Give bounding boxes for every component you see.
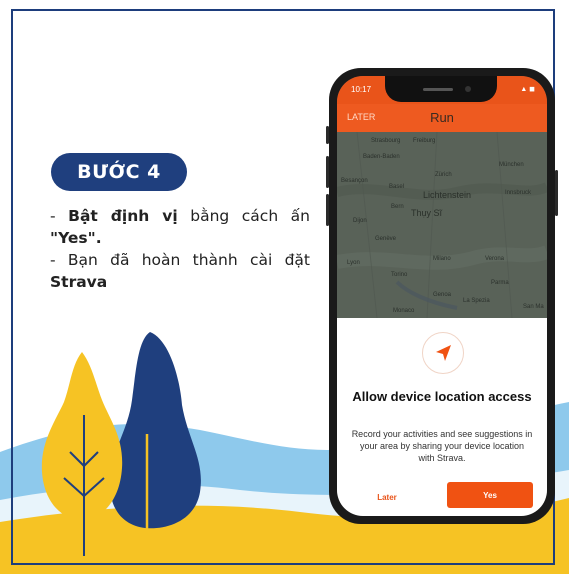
slide: BƯỚC 4 - Bật định vị bằng cách ấn "Yes".… bbox=[0, 0, 569, 574]
map-label: Genève bbox=[375, 236, 397, 242]
instruction-line-2: - Bạn đã hoàn thành cài đặt Strava bbox=[50, 249, 310, 293]
location-permission-sheet: Allow device location access Record your… bbox=[337, 318, 547, 516]
map-label: Monaco bbox=[393, 308, 415, 314]
phone-volume-down bbox=[326, 194, 329, 226]
permission-body: Record your activities and see suggestio… bbox=[351, 429, 533, 463]
instruction-yes-quote: "Yes". bbox=[50, 229, 102, 247]
step-badge: BƯỚC 4 bbox=[51, 153, 187, 191]
yes-button[interactable]: Yes bbox=[447, 482, 533, 508]
instruction-text: bằng cách ấn bbox=[177, 207, 311, 225]
map-label: Bern bbox=[391, 204, 404, 210]
map-label: Milano bbox=[433, 256, 451, 262]
instruction-bold-location: Bật định vị bbox=[68, 207, 178, 225]
location-icon-circle bbox=[422, 332, 464, 374]
phone-power-button bbox=[555, 170, 558, 216]
app-title: Run bbox=[430, 110, 454, 125]
map-label: Lyon bbox=[347, 260, 360, 266]
map-label: Verona bbox=[485, 256, 505, 262]
map-label: La Spezia bbox=[463, 298, 490, 304]
app-bar: LATER Run bbox=[337, 104, 547, 132]
phone-screen: 10:17 ▲ ◼ LATER Run Strasbourg Freiburg … bbox=[337, 76, 547, 516]
map-label: Lichtenstein bbox=[423, 190, 472, 200]
instructions: - Bật định vị bằng cách ấn "Yes". - Bạn … bbox=[50, 205, 310, 293]
map-label: Strasbourg bbox=[371, 138, 401, 144]
instruction-dash: - bbox=[50, 207, 69, 225]
map-label: Dijon bbox=[353, 218, 367, 224]
instruction-strava: Strava bbox=[50, 273, 108, 291]
navigation-arrow-icon bbox=[436, 345, 451, 361]
phone-notch bbox=[385, 76, 497, 102]
map-label: Thụy Sĩ bbox=[411, 208, 443, 218]
map-label: Parma bbox=[491, 280, 509, 286]
map-label: Innsbruck bbox=[505, 190, 532, 196]
status-icons: ▲ ◼ bbox=[520, 86, 535, 93]
status-time: 10:17 bbox=[351, 85, 372, 94]
map-view[interactable]: Strasbourg Freiburg Baden-Baden München … bbox=[337, 132, 547, 318]
speaker bbox=[423, 88, 453, 91]
phone-mockup: 10:17 ▲ ◼ LATER Run Strasbourg Freiburg … bbox=[326, 68, 558, 524]
instruction-text-2: - Bạn đã hoàn thành cài đặt bbox=[50, 251, 310, 269]
camera bbox=[465, 86, 471, 92]
map-label: Baden-Baden bbox=[363, 154, 400, 160]
permission-title: Allow device location access bbox=[352, 389, 532, 404]
phone-side-button bbox=[326, 126, 329, 144]
map-label: Torino bbox=[391, 272, 408, 278]
later-button[interactable]: Later bbox=[357, 486, 417, 508]
map-label: Zürich bbox=[435, 172, 452, 178]
map-label: Freiburg bbox=[413, 138, 436, 144]
map-label: Besançon bbox=[341, 178, 368, 184]
phone-volume-up bbox=[326, 156, 329, 188]
instruction-line-1: - Bật định vị bằng cách ấn "Yes". bbox=[50, 205, 310, 249]
map-label: San Ma bbox=[523, 304, 544, 310]
map-label: Genoa bbox=[433, 292, 452, 298]
map-label: Basel bbox=[389, 184, 405, 190]
map-label: München bbox=[499, 162, 524, 168]
